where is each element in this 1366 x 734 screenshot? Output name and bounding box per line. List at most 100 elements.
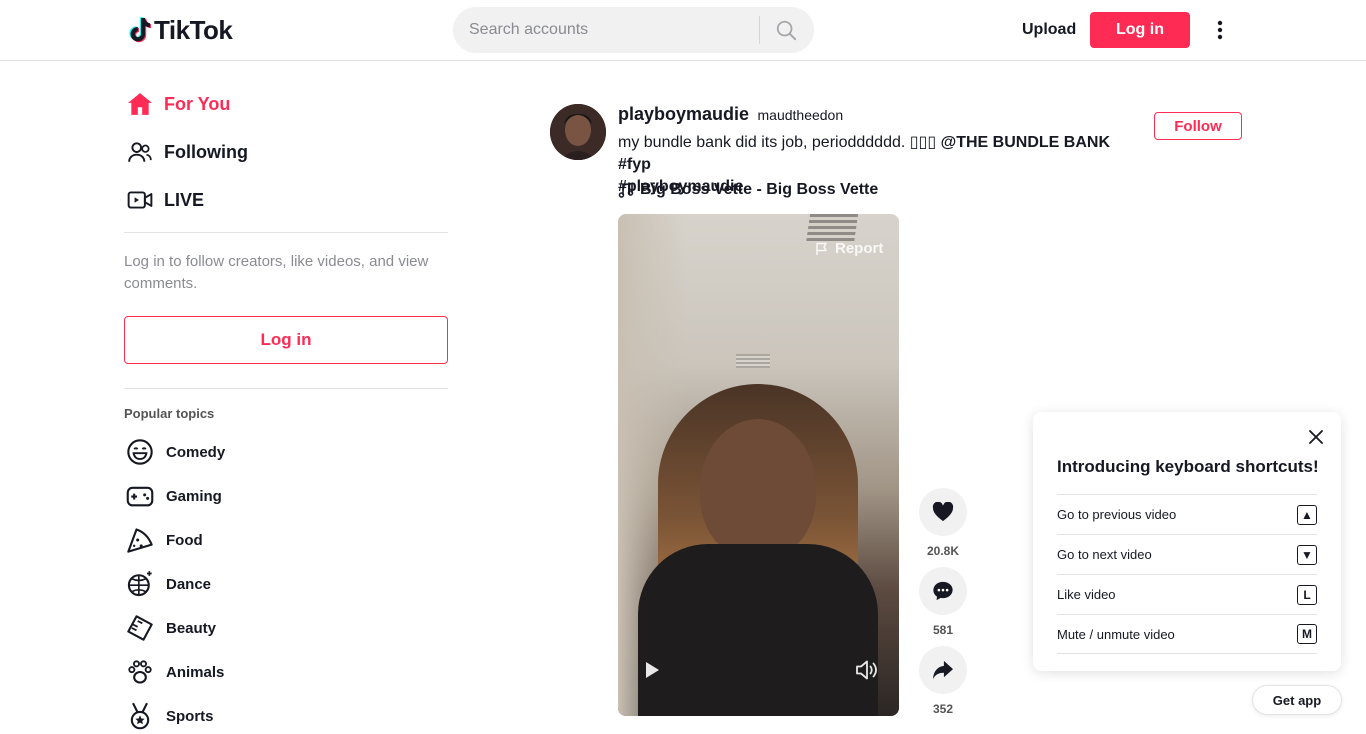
- sidebar-item-label: Following: [164, 141, 248, 162]
- topic-comedy[interactable]: Comedy: [124, 434, 225, 470]
- get-app-button[interactable]: Get app: [1252, 685, 1342, 715]
- share-button[interactable]: [919, 646, 967, 694]
- comment-count: 581: [932, 623, 954, 637]
- shortcut-row: Go to previous video ▲: [1057, 494, 1317, 534]
- close-icon: [1309, 430, 1323, 444]
- sidebar-divider: [124, 388, 448, 389]
- keyboard-shortcuts-panel: Introducing keyboard shortcuts! Go to pr…: [1033, 412, 1341, 671]
- comb-icon: [124, 612, 156, 644]
- avatar-image: [550, 104, 606, 160]
- music-link[interactable]: Big Boss Vette - Big Boss Vette: [618, 181, 878, 199]
- report-label: Report: [835, 240, 884, 257]
- hashtag-link[interactable]: #fyp: [618, 156, 651, 173]
- topic-label: Sports: [166, 707, 214, 725]
- m-key-icon: M: [1297, 624, 1317, 644]
- arrow-up-key-icon: ▲: [1297, 504, 1317, 525]
- upload-link[interactable]: Upload: [1012, 12, 1086, 48]
- topic-label: Gaming: [166, 487, 222, 505]
- shortcut-label: Go to previous video: [1057, 507, 1177, 522]
- paw-icon: [124, 656, 156, 688]
- tiktok-logo[interactable]: TikTok: [127, 14, 233, 46]
- shortcut-row: Mute / unmute video M: [1057, 614, 1317, 654]
- music-title: Big Boss Vette - Big Boss Vette: [640, 181, 879, 198]
- volume-icon: [856, 660, 877, 680]
- video-frame-vent: [736, 354, 770, 368]
- pizza-icon: [124, 524, 156, 556]
- search-bar: [453, 7, 814, 53]
- close-button[interactable]: [1307, 428, 1325, 446]
- login-hint-text: Log in to follow creators, like videos, …: [124, 253, 429, 292]
- author-line: playboymaudie maudtheedon: [618, 104, 843, 125]
- smile-icon: [124, 436, 156, 468]
- sidebar: For You Following LIVE Log in to follow …: [124, 62, 448, 730]
- like-action: 20.8K: [919, 488, 967, 558]
- l-key-icon: L: [1297, 584, 1317, 605]
- topic-animals[interactable]: Animals: [124, 654, 224, 690]
- disco-ball-icon: [124, 568, 156, 600]
- video-frame-face: [700, 419, 816, 559]
- topic-gaming[interactable]: Gaming: [124, 478, 222, 514]
- users-icon: [124, 136, 156, 168]
- like-button[interactable]: [919, 488, 967, 536]
- home-icon: [124, 88, 156, 120]
- more-vertical-icon: [1217, 20, 1223, 40]
- more-menu-button[interactable]: [1207, 16, 1233, 44]
- sidebar-item-for-you[interactable]: For You: [124, 80, 448, 128]
- search-input[interactable]: [469, 7, 759, 53]
- arrow-down-key-icon: ▼: [1297, 544, 1317, 565]
- keyboard-shortcuts-title: Introducing keyboard shortcuts!: [1057, 457, 1319, 476]
- sidebar-item-label: For You: [164, 93, 231, 114]
- report-button[interactable]: Report: [815, 240, 883, 257]
- shortcut-row: Go to next video ▼: [1057, 534, 1317, 574]
- caption-mention-link[interactable]: @THE BUNDLE BANK: [936, 134, 1110, 151]
- search-button[interactable]: [760, 7, 812, 53]
- video-frame-hoodie: [638, 544, 878, 716]
- comment-button[interactable]: [919, 567, 967, 615]
- shortcut-row: Like video L: [1057, 574, 1317, 614]
- author-name[interactable]: playboymaudie: [618, 104, 749, 124]
- sidebar-login-button[interactable]: Log in: [124, 316, 448, 364]
- caption-text: my bundle bank did its job, periodddddd.: [618, 134, 910, 151]
- share-count: 352: [932, 702, 954, 716]
- topic-food[interactable]: Food: [124, 522, 203, 558]
- shortcut-label: Like video: [1057, 587, 1116, 602]
- topic-label: Beauty: [166, 619, 217, 637]
- comment-action: 581: [919, 567, 967, 637]
- comment-icon: [933, 581, 953, 601]
- header-login-button[interactable]: Log in: [1090, 12, 1190, 48]
- sidebar-divider: [124, 232, 448, 233]
- search-icon: [776, 20, 797, 41]
- follow-button[interactable]: Follow: [1154, 112, 1242, 140]
- like-count: 20.8K: [926, 544, 960, 558]
- live-icon: [124, 184, 156, 216]
- volume-button[interactable]: [854, 658, 880, 682]
- shortcut-label: Mute / unmute video: [1057, 626, 1175, 642]
- topic-beauty[interactable]: Beauty: [124, 610, 216, 646]
- medal-icon: [124, 700, 156, 732]
- logo-text: TikTok: [154, 14, 233, 45]
- author-nickname[interactable]: maudtheedon: [758, 107, 844, 123]
- topic-label: Dance: [166, 575, 212, 593]
- play-icon: [646, 662, 659, 678]
- share-action: 352: [919, 646, 967, 716]
- shortcut-label: Go to next video: [1057, 547, 1152, 562]
- topic-label: Food: [166, 531, 203, 549]
- top-header: TikTok Upload Log in: [0, 0, 1366, 61]
- play-button[interactable]: [642, 660, 662, 680]
- topic-label: Comedy: [166, 443, 226, 461]
- author-avatar[interactable]: [550, 104, 606, 160]
- popular-topics-heading: Popular topics: [124, 406, 215, 421]
- sidebar-item-live[interactable]: LIVE: [124, 176, 448, 224]
- gamepad-icon: [124, 480, 156, 512]
- share-icon: [933, 660, 953, 680]
- topic-sports[interactable]: Sports: [124, 698, 214, 734]
- topic-label: Animals: [166, 663, 225, 681]
- video-player[interactable]: Report: [618, 214, 899, 716]
- sidebar-item-following[interactable]: Following: [124, 128, 448, 176]
- sidebar-item-label: LIVE: [164, 189, 205, 210]
- caption-emoji: ▯▯▯: [909, 134, 937, 151]
- music-note-icon: [618, 182, 634, 198]
- flag-icon: [815, 242, 829, 256]
- heart-icon: [932, 502, 954, 522]
- topic-dance[interactable]: Dance: [124, 566, 211, 602]
